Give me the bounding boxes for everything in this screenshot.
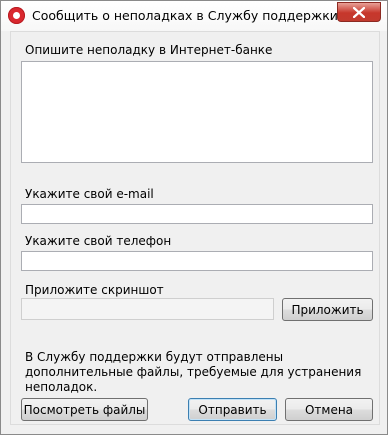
title-bar[interactable]: Сообщить о неполадках в Службу поддержки	[1, 1, 387, 31]
send-button[interactable]: Отправить	[188, 398, 277, 421]
phone-label: Укажите свой телефон	[25, 234, 172, 248]
email-field[interactable]	[21, 204, 373, 224]
window-title: Сообщить о неполадках в Службу поддержки	[32, 8, 338, 23]
cancel-button[interactable]: Отмена	[285, 398, 373, 421]
screenshot-path-field	[21, 298, 274, 320]
screenshot-label: Приложите скриншот	[25, 283, 164, 297]
close-button[interactable]	[337, 2, 381, 22]
email-label: Укажите свой e-mail	[25, 187, 154, 201]
notice-text: В Службу поддержки будут отправлены допо…	[25, 350, 362, 394]
report-dialog-window: Сообщить о неполадках в Службу поддержки…	[0, 0, 388, 435]
app-logo-icon	[8, 7, 25, 24]
description-textarea[interactable]	[21, 61, 373, 163]
attach-button[interactable]: Приложить	[282, 298, 373, 321]
close-icon	[353, 7, 365, 18]
description-label: Опишите неполадку в Интернет-банке	[25, 43, 273, 57]
view-files-button[interactable]: Посмотреть файлы	[21, 398, 148, 421]
phone-field[interactable]	[21, 251, 373, 271]
